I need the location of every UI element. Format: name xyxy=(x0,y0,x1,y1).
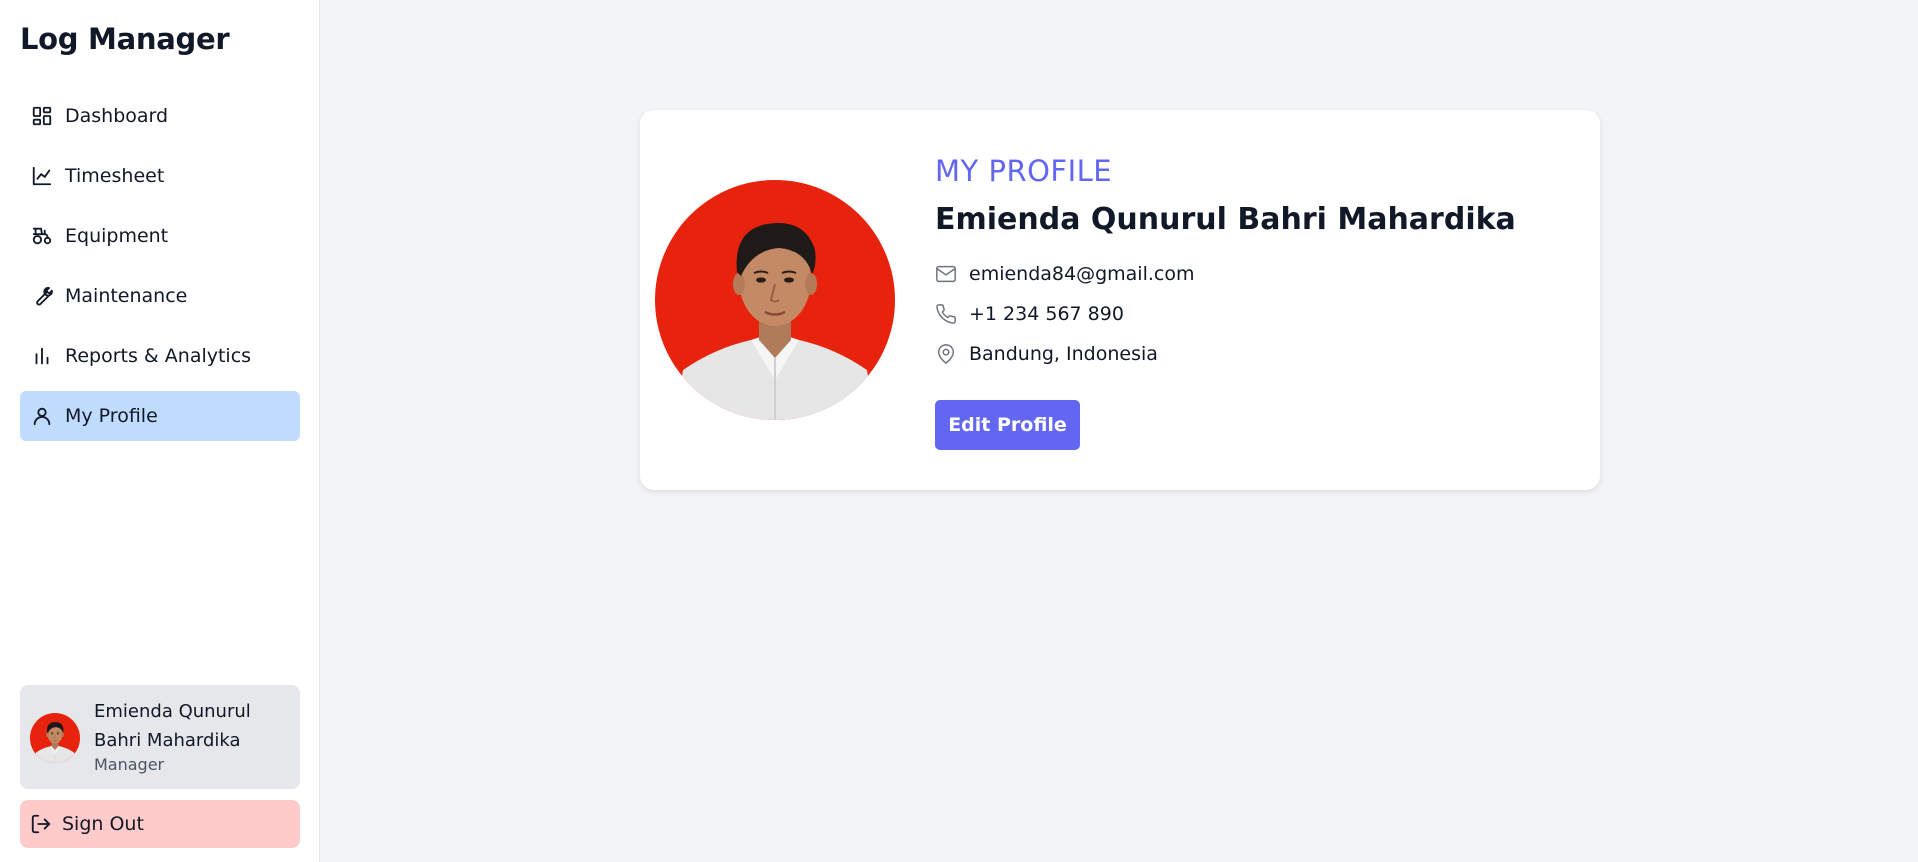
profile-card: MY PROFILE Emienda Qunurul Bahri Mahardi… xyxy=(640,110,1600,490)
sign-out-icon xyxy=(30,813,52,835)
profile-location: Bandung, Indonesia xyxy=(969,343,1158,365)
sidebar-item-label: Maintenance xyxy=(65,285,188,307)
user-name: Emienda Qunurul Bahri Mahardika xyxy=(94,701,251,751)
user-role: Manager xyxy=(94,755,165,774)
map-pin-icon xyxy=(935,343,957,365)
sign-out-button[interactable]: Sign Out xyxy=(20,800,300,848)
edit-profile-button[interactable]: Edit Profile xyxy=(935,400,1080,450)
sidebar-item-reports-analytics[interactable]: Reports & Analytics xyxy=(20,331,300,381)
sidebar-item-equipment[interactable]: Equipment xyxy=(20,211,300,261)
line-chart-icon xyxy=(31,165,53,187)
user-icon xyxy=(31,405,53,427)
location-row: Bandung, Indonesia xyxy=(935,343,1158,365)
sidebar-item-my-profile[interactable]: My Profile xyxy=(20,391,300,441)
dashboard-icon xyxy=(31,105,53,127)
sidebar-item-label: Reports & Analytics xyxy=(65,345,252,367)
sidebar: Log Manager Dashboard Timesheet Equipmen… xyxy=(0,0,320,862)
bar-chart-icon xyxy=(31,345,53,367)
sidebar-item-label: My Profile xyxy=(65,405,158,427)
sidebar-nav: Dashboard Timesheet Equipment Maintenanc… xyxy=(20,91,300,451)
mail-icon xyxy=(935,263,957,285)
section-title: MY PROFILE xyxy=(935,154,1113,188)
sidebar-item-label: Timesheet xyxy=(65,165,165,187)
sidebar-item-maintenance[interactable]: Maintenance xyxy=(20,271,300,321)
wrench-icon xyxy=(31,285,53,307)
app-title: Log Manager xyxy=(20,22,230,56)
profile-email: emienda84@gmail.com xyxy=(969,263,1195,285)
phone-row: +1 234 567 890 xyxy=(935,303,1124,325)
sign-out-label: Sign Out xyxy=(62,813,144,835)
sidebar-item-label: Dashboard xyxy=(65,105,169,127)
profile-full-name: Emienda Qunurul Bahri Mahardika xyxy=(935,202,1516,237)
avatar xyxy=(30,713,80,763)
profile-phone: +1 234 567 890 xyxy=(969,303,1124,325)
tractor-icon xyxy=(31,225,53,247)
email-row: emienda84@gmail.com xyxy=(935,263,1194,285)
sidebar-item-label: Equipment xyxy=(65,225,169,247)
phone-icon xyxy=(935,303,957,325)
sidebar-item-dashboard[interactable]: Dashboard xyxy=(20,91,300,141)
sidebar-item-timesheet[interactable]: Timesheet xyxy=(20,151,300,201)
profile-photo xyxy=(655,180,895,420)
current-user-card[interactable]: Emienda Qunurul Bahri Mahardika Manager xyxy=(20,685,300,789)
